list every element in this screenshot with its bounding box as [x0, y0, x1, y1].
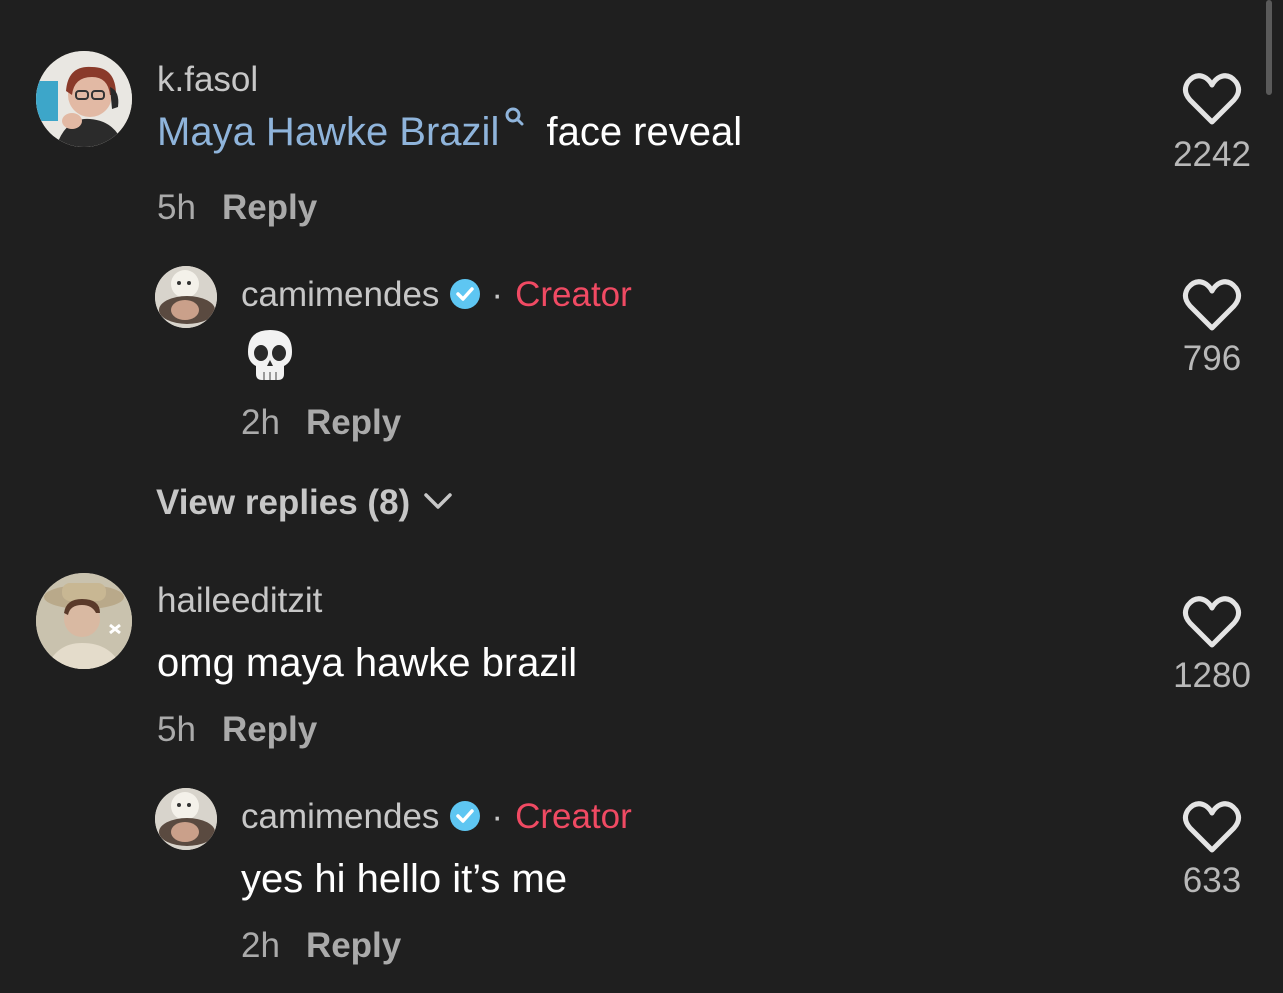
comment-time: 5h: [157, 710, 196, 749]
like-count: 633: [1182, 861, 1242, 900]
comment-time: 5h: [157, 188, 196, 227]
creator-label: Creator: [515, 797, 632, 836]
comment-username[interactable]: haileeditzit: [157, 583, 322, 618]
heart-icon[interactable]: [1182, 278, 1242, 334]
comment-text: Maya Hawke Brazil face reveal: [157, 107, 743, 154]
chevron-down-icon: [424, 493, 452, 509]
reply-button[interactable]: Reply: [222, 188, 317, 227]
avatar[interactable]: [36, 573, 132, 669]
reply-button[interactable]: Reply: [222, 710, 317, 749]
like-count: 2242: [1173, 135, 1251, 174]
avatar[interactable]: [155, 266, 217, 328]
comment-meta: 2h Reply: [241, 405, 401, 440]
comment-time: 2h: [241, 926, 280, 965]
comment-body: face reveal: [546, 110, 743, 154]
avatar[interactable]: [155, 788, 217, 850]
skull-emoji: [248, 330, 292, 380]
verified-icon: [450, 279, 481, 309]
comment-username[interactable]: camimendes: [241, 797, 439, 836]
reply-header: camimendes · Creator: [241, 277, 632, 312]
search-icon: [505, 107, 524, 126]
comment-meta: 5h Reply: [157, 712, 317, 747]
view-replies-button[interactable]: View replies (8): [156, 485, 454, 520]
separator-dot: ·: [491, 797, 504, 836]
reply-header: camimendes · Creator: [241, 799, 632, 834]
view-replies-label: View replies (8): [156, 483, 411, 522]
heart-icon[interactable]: [1182, 72, 1242, 128]
comment-username[interactable]: camimendes: [241, 275, 439, 314]
comment-username[interactable]: k.fasol: [157, 62, 258, 97]
mention-link[interactable]: Maya Hawke Brazil: [157, 110, 499, 154]
comment-body: yes hi hello it’s me: [241, 857, 568, 901]
avatar[interactable]: [36, 51, 132, 147]
comment-meta: 2h Reply: [241, 928, 401, 963]
comment-body: omg maya hawke brazil: [157, 641, 578, 685]
like-count: 1280: [1173, 656, 1251, 695]
avatar-photo: [155, 788, 217, 850]
reply-button[interactable]: Reply: [306, 403, 401, 442]
comment-meta: 5h Reply: [157, 190, 317, 225]
heart-icon[interactable]: [1182, 800, 1242, 856]
like-count: 796: [1182, 339, 1242, 378]
avatar-photo: [36, 51, 132, 147]
creator-label: Creator: [515, 275, 632, 314]
separator-dot: ·: [491, 275, 504, 314]
comments-panel: k.fasol Maya Hawke Brazil face reveal 5h…: [0, 0, 1283, 993]
comment-time: 2h: [241, 403, 280, 442]
scrollbar[interactable]: [1266, 0, 1272, 95]
heart-icon[interactable]: [1182, 595, 1242, 651]
verified-icon: [450, 801, 481, 831]
avatar-photo: [155, 266, 217, 328]
avatar-photo: [36, 573, 132, 669]
reply-button[interactable]: Reply: [306, 926, 401, 965]
